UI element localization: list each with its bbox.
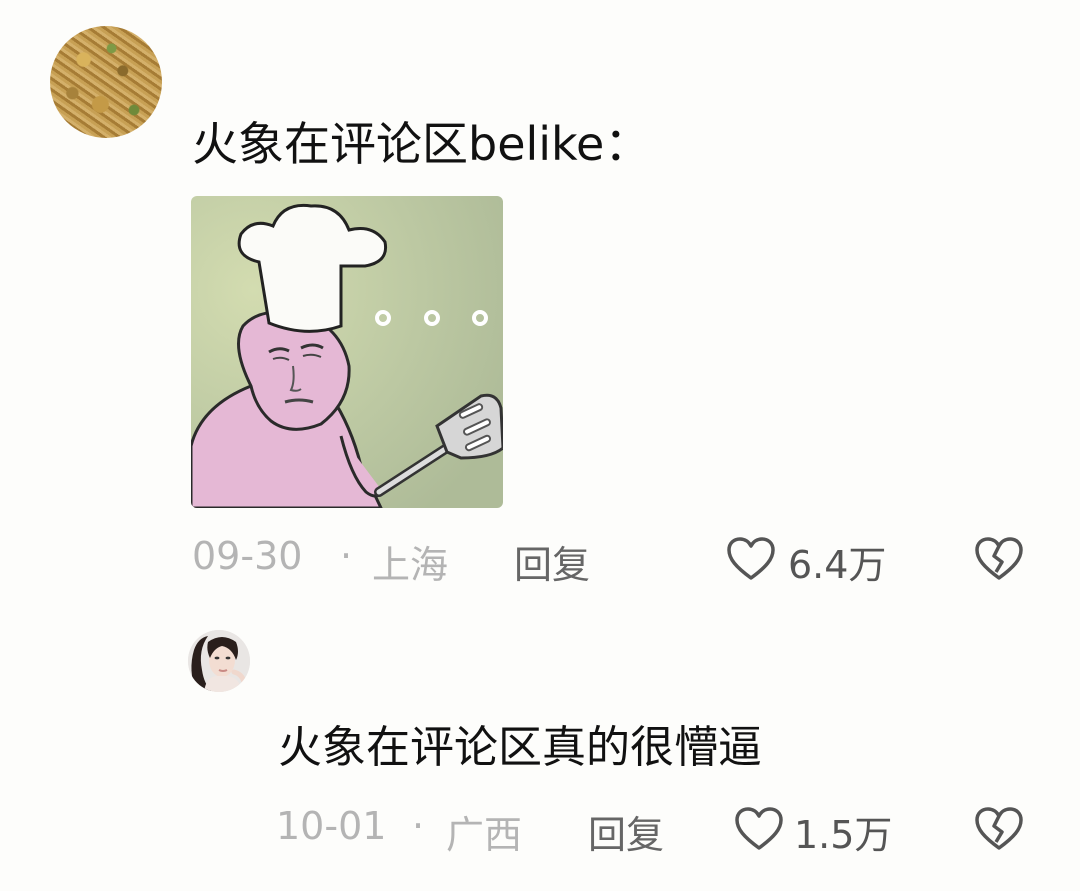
comment-thread: 火象在评论区belike： 09-30 · 上海 回复 6.4万 火象在评论区真… xyxy=(0,0,1080,891)
like-count: 6.4万 xyxy=(788,543,887,587)
reply-text: 火象在评论区真的很懵逼 xyxy=(278,722,762,773)
meta-separator: · xyxy=(412,804,425,848)
broken-heart-icon[interactable] xyxy=(974,806,1024,852)
comment-location: 上海 xyxy=(372,543,449,587)
chef-meme-image[interactable] xyxy=(191,196,503,508)
reply-avatar[interactable] xyxy=(188,630,250,692)
reply-button[interactable]: 回复 xyxy=(514,534,590,589)
reply-date: 10-01 xyxy=(276,804,387,848)
comment-text: 火象在评论区belike： xyxy=(192,117,651,171)
reply-button[interactable]: 回复 xyxy=(588,804,664,859)
reply-location: 广西 xyxy=(446,813,523,857)
heart-outline-icon[interactable] xyxy=(734,806,784,852)
commenter-avatar[interactable] xyxy=(50,26,162,138)
heart-outline-icon[interactable] xyxy=(726,536,776,582)
broken-heart-icon[interactable] xyxy=(974,536,1024,582)
meta-separator: · xyxy=(340,534,353,578)
reply-meta: 10-01 · 广西 回复 1.5万 xyxy=(0,800,1080,859)
like-count: 1.5万 xyxy=(794,813,893,857)
comment-meta: 09-30 · 上海 回复 6.4万 xyxy=(0,530,1080,589)
comment-date: 09-30 xyxy=(192,534,303,578)
